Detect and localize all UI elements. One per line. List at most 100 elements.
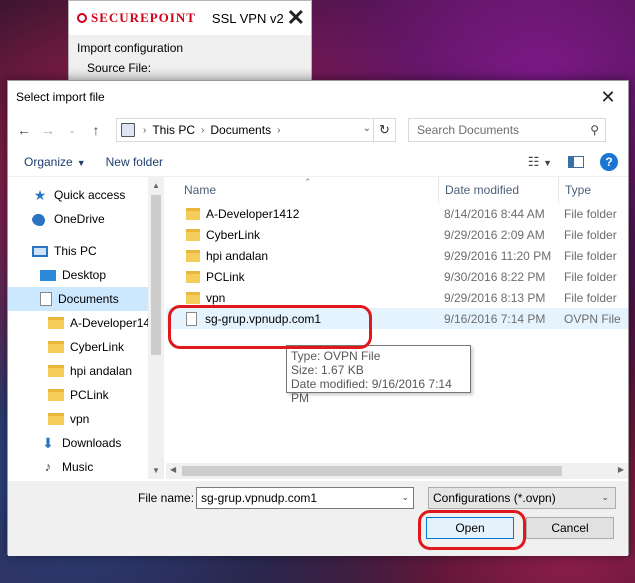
sidebar-item-label: This PC: [54, 244, 97, 258]
column-type[interactable]: Type: [558, 177, 591, 203]
select-import-file-dialog: Select import file ✕ ← → ⌄ ↑ › This PC ›…: [7, 80, 629, 556]
sidebar-item-pclink[interactable]: PCLink: [8, 383, 148, 407]
chevron-right-icon[interactable]: ›: [199, 125, 206, 136]
navigation-scrollbar[interactable]: ▲ ▼: [148, 177, 164, 479]
securepoint-title: SSL VPN v2: [211, 10, 284, 26]
file-name-cell: PCLink: [166, 270, 438, 284]
sidebar-item-downloads[interactable]: ⬇ Downloads: [8, 431, 148, 455]
close-icon: ✕: [600, 86, 616, 107]
file-name: hpi andalan: [206, 248, 269, 263]
breadcrumb-documents[interactable]: Documents: [206, 123, 275, 137]
scrollbar-thumb[interactable]: [182, 466, 562, 476]
computer-icon: [32, 245, 48, 257]
sidebar-item-quick-access[interactable]: ★ Quick access: [8, 183, 148, 207]
column-name[interactable]: Name: [166, 183, 438, 197]
sidebar-item-documents[interactable]: Documents: [8, 287, 148, 311]
securepoint-window: SECUREPOINT SSL VPN v2 ✕ Import configur…: [68, 0, 312, 90]
sidebar-item-vpn[interactable]: vpn: [8, 407, 148, 431]
download-icon: ⬇: [42, 435, 54, 451]
file-name-input[interactable]: sg-grup.vpnudp.com1 ⌄: [196, 487, 414, 509]
music-icon: ♪: [44, 459, 52, 474]
forward-button[interactable]: →: [40, 122, 56, 138]
table-row[interactable]: PCLink 9/30/2016 8:22 PM File folder: [166, 266, 628, 287]
file-date: 9/29/2016 8:13 PM: [444, 290, 546, 305]
file-name-cell: sg-grup.vpnudp.com1: [166, 311, 438, 326]
search-icon: ⚲: [590, 123, 599, 137]
this-pc-icon: [121, 123, 135, 137]
folder-icon: [48, 341, 64, 353]
sort-ascending-icon: ⌃: [304, 177, 312, 187]
scrollbar-thumb[interactable]: [151, 195, 161, 355]
tooltip-size: Size: 1.67 KB: [291, 363, 364, 377]
scroll-left-icon[interactable]: ◀: [170, 465, 176, 474]
sidebar-item-cyberlink[interactable]: CyberLink: [8, 335, 148, 359]
table-row[interactable]: sg-grup.vpnudp.com1 9/16/2016 7:14 PM OVPN…: [166, 308, 628, 329]
open-button[interactable]: Open: [426, 517, 514, 539]
dialog-footer: File name: sg-grup.vpnudp.com1 ⌄ Configu…: [8, 481, 628, 556]
scroll-down-icon[interactable]: ▼: [148, 466, 164, 475]
file-type: File folder: [564, 206, 617, 221]
folder-icon: [48, 413, 64, 425]
file-date: 8/14/2016 8:44 AM: [444, 206, 545, 221]
column-date-modified[interactable]: Date modified: [438, 177, 558, 203]
chevron-right-icon[interactable]: ›: [275, 125, 282, 136]
cancel-button[interactable]: Cancel: [526, 517, 614, 539]
sidebar-item-hpi-andalan[interactable]: hpi andalan: [8, 359, 148, 383]
sidebar-item-label: Downloads: [62, 436, 122, 450]
address-dropdown-icon[interactable]: ⌄: [363, 123, 371, 134]
back-button[interactable]: ←: [16, 122, 32, 138]
file-name: CyberLink: [206, 227, 261, 242]
securepoint-logo: SECUREPOINT: [77, 10, 196, 26]
scroll-up-icon[interactable]: ▲: [148, 181, 164, 190]
organize-button[interactable]: Organize ▼: [18, 151, 92, 173]
preview-pane-icon[interactable]: [568, 155, 584, 168]
file-date: 9/30/2016 8:22 PM: [444, 269, 546, 284]
table-row[interactable]: CyberLink 9/29/2016 2:09 AM File folder: [166, 224, 628, 245]
address-bar[interactable]: › This PC › Documents › ⌄ ↻: [116, 118, 396, 142]
file-name: vpn: [206, 290, 226, 305]
sidebar-item-label: Desktop: [62, 268, 107, 282]
file-type: File folder: [564, 290, 617, 305]
file-type: File folder: [564, 248, 617, 263]
sidebar-item-onedrive[interactable]: OneDrive: [8, 207, 148, 231]
table-row[interactable]: A-Developer1412 8/14/2016 8:44 AM File fol…: [166, 203, 628, 224]
horizontal-scrollbar[interactable]: ◀ ▶: [166, 463, 628, 479]
file-icon: [186, 311, 197, 326]
sidebar-item-label: A-Developer14: [70, 316, 148, 330]
tooltip-type: Type: OVPN File: [291, 349, 381, 363]
cloud-icon: [32, 212, 48, 226]
dialog-title: Select import file: [16, 90, 105, 104]
search-input[interactable]: Search Documents ⚲: [408, 118, 606, 142]
table-row[interactable]: vpn 9/29/2016 8:13 PM File folder: [166, 287, 628, 308]
desktop-icon: [40, 269, 56, 281]
folder-icon: [186, 207, 200, 220]
securepoint-titlebar: SECUREPOINT SSL VPN v2 ✕: [69, 1, 311, 35]
chevron-down-icon[interactable]: ⌄: [601, 492, 609, 503]
new-folder-button[interactable]: New folder: [100, 151, 169, 173]
breadcrumb-this-pc[interactable]: This PC: [148, 123, 199, 137]
sidebar-item-a-developer14[interactable]: A-Developer14: [8, 311, 148, 335]
file-info-tooltip: Type: OVPN File Size: 1.67 KB Date modif…: [286, 345, 471, 405]
caret-down-icon: ▼: [76, 157, 86, 168]
file-type: File folder: [564, 227, 617, 242]
close-icon[interactable]: ✕: [287, 5, 305, 31]
scroll-right-icon[interactable]: ▶: [618, 465, 624, 474]
dialog-close-button[interactable]: ✕: [596, 85, 620, 109]
folder-icon: [186, 228, 200, 241]
file-type-value: Configurations (*.ovpn): [433, 491, 556, 505]
sidebar-item-label: Quick access: [54, 188, 126, 202]
up-button[interactable]: ↑: [88, 122, 104, 138]
table-row[interactable]: hpi andalan 9/29/2016 11:20 PM File folder: [166, 245, 628, 266]
sidebar-item-label: Music: [62, 460, 94, 474]
chevron-down-icon[interactable]: ⌄: [401, 492, 409, 503]
sidebar-item-music[interactable]: ♪ Music: [8, 455, 148, 479]
file-name-label: File name:: [138, 491, 195, 505]
sidebar-item-this-pc[interactable]: This PC: [8, 239, 148, 263]
refresh-button[interactable]: ↻: [373, 119, 395, 141]
file-type-select[interactable]: Configurations (*.ovpn) ⌄: [428, 487, 616, 509]
help-icon[interactable]: ?: [600, 152, 618, 171]
view-options-icon[interactable]: ☷ ▼: [528, 154, 552, 170]
chevron-right-icon[interactable]: ›: [141, 125, 148, 136]
recent-dropdown-icon[interactable]: ⌄: [64, 125, 80, 136]
sidebar-item-desktop[interactable]: Desktop: [8, 263, 148, 287]
